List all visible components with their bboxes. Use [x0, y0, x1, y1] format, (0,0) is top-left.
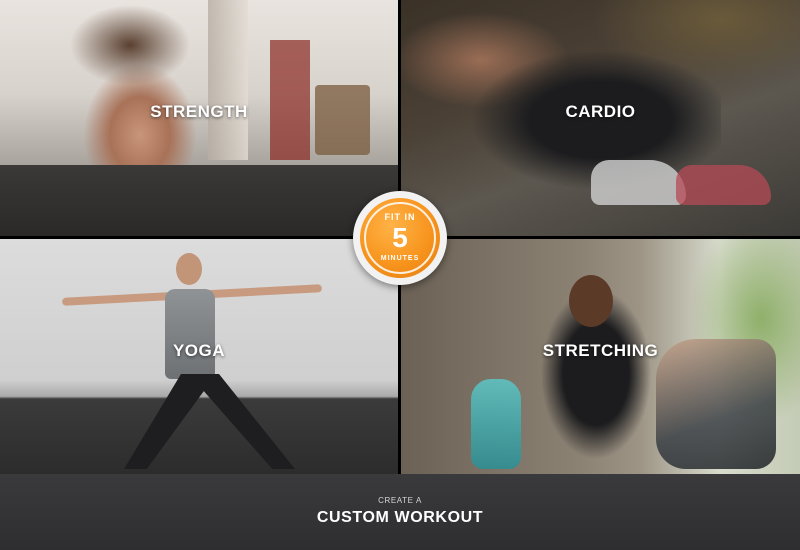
yoga-tile[interactable]: YOGA	[0, 239, 398, 474]
cardio-tile[interactable]: CARDIO	[401, 0, 800, 236]
strength-photo-floor	[0, 165, 398, 236]
strength-label: STRENGTH	[150, 102, 248, 121]
stretching-label: STRETCHING	[542, 341, 659, 360]
stretching-photo-detail	[471, 379, 521, 469]
stretching-tile[interactable]: STRETCHING	[401, 239, 800, 474]
yoga-label: YOGA	[172, 341, 226, 360]
strength-photo-detail	[208, 0, 248, 160]
workout-category-grid: STRENGTH CARDIO YOGA STRETCHING FIT IN 5…	[0, 0, 800, 474]
badge-top-text: FIT IN	[384, 212, 416, 222]
badge-circle: FIT IN 5 MINUTES	[360, 198, 440, 278]
fit-in-5-minutes-badge[interactable]: FIT IN 5 MINUTES	[353, 191, 447, 285]
badge-bottom-text: MINUTES	[380, 255, 420, 262]
cardio-photo-detail	[676, 165, 771, 205]
strength-photo-detail	[270, 40, 310, 160]
cardio-label: CARDIO	[565, 102, 636, 121]
badge-number: 5	[392, 222, 408, 253]
footer-small-text: CREATE A	[378, 496, 422, 505]
strength-tile[interactable]: STRENGTH	[0, 0, 398, 236]
yoga-photo-detail	[176, 253, 202, 285]
footer-main-text: CUSTOM WORKOUT	[316, 509, 484, 526]
create-custom-workout-button[interactable]: CREATE A CUSTOM WORKOUT	[0, 474, 800, 550]
stretching-photo-detail	[569, 275, 613, 327]
cardio-photo-detail	[591, 160, 686, 205]
yoga-photo-detail	[165, 289, 215, 379]
